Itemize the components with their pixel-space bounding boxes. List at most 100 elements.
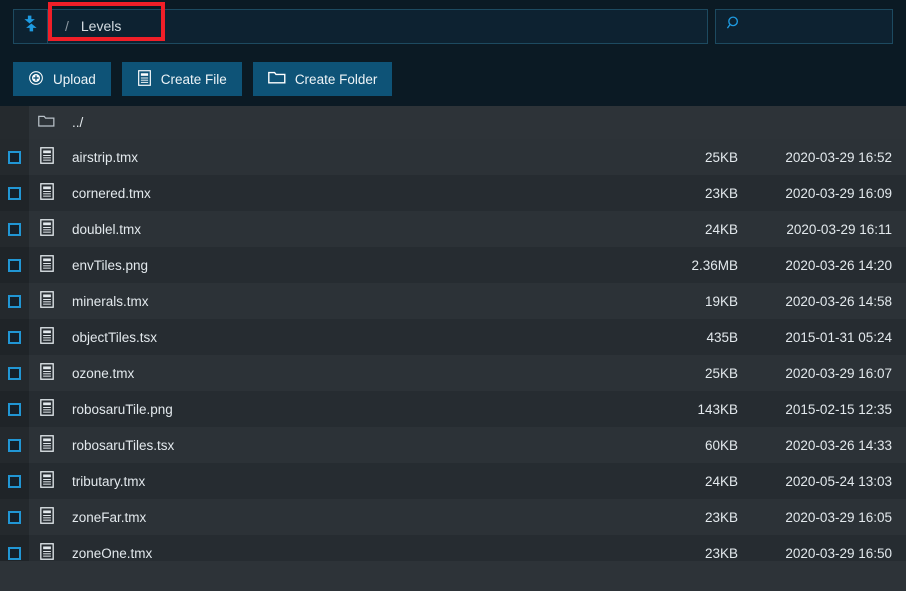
row-checkbox[interactable] xyxy=(8,546,21,560)
checkbox-cell-empty xyxy=(0,106,29,139)
row-icon-cell xyxy=(29,219,64,239)
row-checkbox[interactable] xyxy=(8,474,21,488)
file-name[interactable]: airstrip.tmx xyxy=(64,150,596,165)
file-name[interactable]: robosaruTile.png xyxy=(64,402,596,417)
upload-button[interactable]: Upload xyxy=(13,62,111,96)
file-size: 60KB xyxy=(704,437,738,453)
row-checkbox-cell[interactable] xyxy=(0,175,29,211)
row-checkbox-cell[interactable] xyxy=(0,463,29,499)
file-date: 2020-03-26 14:20 xyxy=(785,257,892,273)
file-icon xyxy=(39,471,54,491)
file-date: 2015-02-15 12:35 xyxy=(785,401,892,417)
breadcrumb-separator: / xyxy=(65,18,69,34)
table-row[interactable]: tributary.tmx 24KB 2020-05-24 13:03 xyxy=(0,463,906,499)
row-checkbox[interactable] xyxy=(8,294,21,308)
create-folder-button[interactable]: Create Folder xyxy=(252,62,393,96)
table-row[interactable]: objectTiles.tsx 435B 2015-01-31 05:24 xyxy=(0,319,906,355)
file-icon xyxy=(39,183,54,203)
file-size: 435B xyxy=(706,329,738,345)
row-checkbox-cell[interactable] xyxy=(0,499,29,535)
row-icon-cell xyxy=(29,255,64,275)
action-toolbar: Upload Create File Create Folder xyxy=(0,52,906,106)
row-checkbox-cell[interactable] xyxy=(0,247,29,283)
row-checkbox[interactable] xyxy=(8,366,21,380)
create-file-button[interactable]: Create File xyxy=(121,62,242,96)
table-row[interactable]: ozone.tmx 25KB 2020-03-29 16:07 xyxy=(0,355,906,391)
file-name[interactable]: ozone.tmx xyxy=(64,366,596,381)
file-name[interactable]: cornered.tmx xyxy=(64,186,596,201)
file-icon xyxy=(39,363,54,383)
table-row[interactable]: minerals.tmx 19KB 2020-03-26 14:58 xyxy=(0,283,906,319)
breadcrumb-bar[interactable]: / Levels xyxy=(48,1,708,44)
row-checkbox[interactable] xyxy=(8,438,21,452)
table-row[interactable]: robosaruTile.png 143KB 2015-02-15 12:35 xyxy=(0,391,906,427)
table-row[interactable]: zoneOne.tmx 23KB 2020-03-29 16:50 xyxy=(0,535,906,561)
create-folder-button-label: Create Folder xyxy=(294,71,378,87)
file-size: 24KB xyxy=(704,221,738,237)
file-date: 2020-03-29 16:52 xyxy=(785,149,892,165)
search-input[interactable] xyxy=(749,18,884,34)
row-checkbox[interactable] xyxy=(8,222,21,236)
file-date: 2015-01-31 05:24 xyxy=(785,329,892,345)
row-checkbox[interactable] xyxy=(8,258,21,272)
table-row[interactable]: zoneFar.tmx 23KB 2020-03-29 16:05 xyxy=(0,499,906,535)
parent-directory-row[interactable]: ../ xyxy=(0,106,906,139)
file-date: 2020-03-26 14:58 xyxy=(785,293,892,309)
parent-directory-link[interactable]: ../ xyxy=(64,115,596,130)
breadcrumb: / Levels xyxy=(48,18,121,34)
file-name[interactable]: zoneFar.tmx xyxy=(64,510,596,525)
table-row[interactable]: cornered.tmx 23KB 2020-03-29 16:09 xyxy=(0,175,906,211)
parent-folder-icon-cell xyxy=(29,114,64,131)
file-name[interactable]: minerals.tmx xyxy=(64,294,596,309)
file-size: 19KB xyxy=(704,293,738,309)
file-icon xyxy=(39,291,54,311)
create-file-button-label: Create File xyxy=(160,71,227,87)
sync-arrows-icon xyxy=(20,13,41,39)
file-name[interactable]: zoneOne.tmx xyxy=(64,546,596,561)
row-checkbox[interactable] xyxy=(8,186,21,200)
table-row[interactable]: envTiles.png 2.36MB 2020-03-26 14:20 xyxy=(0,247,906,283)
row-checkbox-cell[interactable] xyxy=(0,391,29,427)
row-checkbox-cell[interactable] xyxy=(0,211,29,247)
row-checkbox[interactable] xyxy=(8,402,21,416)
document-icon xyxy=(137,69,152,89)
row-icon-cell xyxy=(29,291,64,311)
row-checkbox-cell[interactable] xyxy=(0,283,29,319)
app-logo[interactable] xyxy=(13,8,48,44)
search-icon[interactable] xyxy=(726,15,743,37)
file-date: 2020-03-29 16:11 xyxy=(786,221,892,237)
file-name[interactable]: doublel.tmx xyxy=(64,222,596,237)
search-container[interactable] xyxy=(715,8,893,44)
file-name[interactable]: envTiles.png xyxy=(64,258,596,273)
file-name[interactable]: robosaruTiles.tsx xyxy=(64,438,596,453)
file-list: ../ airstrip.tmx 25KB 2020-03-29 16:52 c… xyxy=(0,106,906,561)
row-checkbox[interactable] xyxy=(8,330,21,344)
file-size: 23KB xyxy=(704,185,738,201)
row-icon-cell xyxy=(29,507,64,527)
file-name[interactable]: objectTiles.tsx xyxy=(64,330,596,345)
breadcrumb-current-folder[interactable]: Levels xyxy=(81,18,121,34)
row-checkbox-cell[interactable] xyxy=(0,319,29,355)
table-row[interactable]: doublel.tmx 24KB 2020-03-29 16:11 xyxy=(0,211,906,247)
row-checkbox[interactable] xyxy=(8,510,21,524)
file-size: 23KB xyxy=(704,545,738,561)
row-icon-cell xyxy=(29,363,64,383)
row-checkbox-cell[interactable] xyxy=(0,355,29,391)
file-size: 23KB xyxy=(704,509,738,525)
table-row[interactable]: airstrip.tmx 25KB 2020-03-29 16:52 xyxy=(0,139,906,175)
file-icon xyxy=(39,507,54,527)
file-date: 2020-05-24 13:03 xyxy=(785,473,892,489)
file-icon xyxy=(39,327,54,347)
file-date: 2020-03-29 16:07 xyxy=(785,365,892,381)
file-icon xyxy=(39,399,54,419)
row-checkbox-cell[interactable] xyxy=(0,427,29,463)
file-name[interactable]: tributary.tmx xyxy=(64,474,596,489)
list-footer xyxy=(0,561,906,591)
row-checkbox-cell[interactable] xyxy=(0,535,29,561)
table-row[interactable]: robosaruTiles.tsx 60KB 2020-03-26 14:33 xyxy=(0,427,906,463)
file-rows-container: airstrip.tmx 25KB 2020-03-29 16:52 corne… xyxy=(0,139,906,561)
row-checkbox[interactable] xyxy=(8,150,21,164)
file-date: 2020-03-29 16:09 xyxy=(785,185,892,201)
row-icon-cell xyxy=(29,435,64,455)
row-checkbox-cell[interactable] xyxy=(0,139,29,175)
